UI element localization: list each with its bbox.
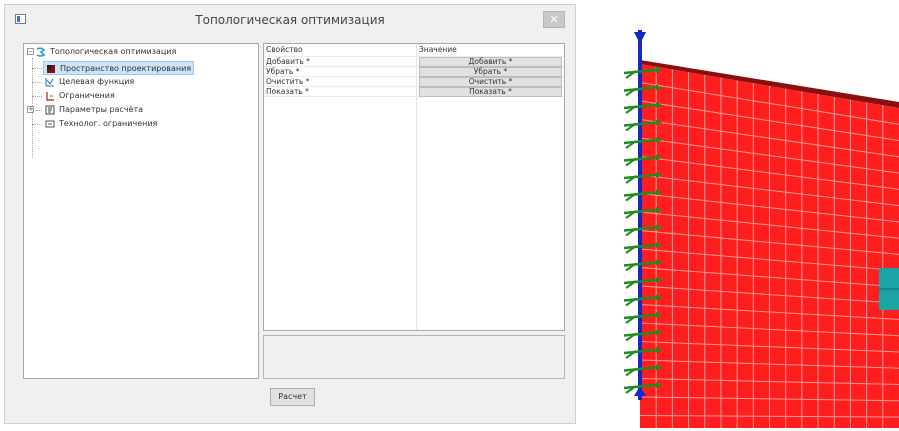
grid-property-label: Добавить *	[266, 57, 310, 66]
tree-item-label: Технолог. ограничения	[59, 119, 158, 128]
tree-item-label: Параметры расчёта	[59, 105, 144, 114]
calc-parameters-expand-toggle[interactable]: +	[27, 106, 34, 113]
grid-header-value: Значение	[419, 45, 457, 54]
tree-connector	[32, 82, 42, 83]
design-space-icon	[46, 64, 56, 74]
calculate-button[interactable]: Расчет	[270, 388, 315, 406]
tree-root[interactable]: Топологическая оптимизация	[36, 45, 176, 59]
objective-function-icon	[45, 77, 55, 87]
add-button[interactable]: Добавить *	[419, 57, 562, 67]
topology-optimization-dialog: Топологическая оптимизация × – Топологич…	[4, 4, 576, 424]
tree-item-constraints[interactable]: Ограничения	[45, 89, 115, 103]
root-collapse-toggle[interactable]: –	[27, 48, 34, 55]
description-panel	[263, 335, 565, 379]
calc-parameters-icon	[45, 105, 55, 115]
tree-root-label: Топологическая оптимизация	[50, 47, 177, 56]
tree-connector	[32, 96, 42, 97]
topology-optimization-icon	[36, 46, 46, 57]
tree-item-design-space[interactable]: Пространство проектирования	[43, 61, 195, 75]
constraints-icon	[45, 91, 55, 101]
tree-connector	[32, 68, 42, 69]
tree-item-label: Целевая функция	[59, 77, 135, 86]
grid-row-clear: Очистить * Очистить *	[264, 77, 564, 87]
tree-view[interactable]: – Топологическая оптимизация Пространств…	[23, 43, 259, 379]
tree-item-tech-constraints[interactable]: Технолог. ограничения	[45, 117, 157, 131]
tree-connector	[36, 110, 42, 111]
show-button[interactable]: Показать *	[419, 87, 562, 97]
close-button[interactable]: ×	[543, 11, 565, 28]
tree-connector	[32, 124, 42, 125]
tree-item-calc-parameters[interactable]: Параметры расчёта	[45, 103, 143, 117]
grid-header-row: Свойство Значение	[264, 44, 564, 57]
window-title: Топологическая оптимизация	[195, 13, 385, 27]
grid-property-label: Очистить *	[266, 77, 310, 86]
property-grid: Свойство Значение Добавить * Добавить * …	[263, 43, 565, 331]
grid-property-label: Показать *	[266, 87, 309, 96]
grid-row-remove: Убрать * Убрать *	[264, 67, 564, 77]
fe-model-view	[603, 30, 899, 428]
tree-item-label: Ограничения	[59, 91, 115, 100]
remove-button[interactable]: Убрать *	[419, 67, 562, 77]
support-arrow-top	[634, 32, 646, 44]
grid-row-add: Добавить * Добавить *	[264, 57, 564, 67]
tree-item-label: Пространство проектирования	[60, 64, 192, 73]
clear-button[interactable]: Очистить *	[419, 77, 562, 87]
tree-item-objective-function[interactable]: Целевая функция	[45, 75, 134, 89]
tech-constraints-icon	[45, 119, 55, 129]
title-bar: Топологическая оптимизация ×	[5, 5, 575, 35]
grid-property-label: Убрать *	[266, 67, 300, 76]
grid-row-show: Показать * Показать *	[264, 87, 564, 97]
fe-model-canvas	[623, 30, 899, 428]
grid-header-property: Свойство	[266, 45, 303, 54]
